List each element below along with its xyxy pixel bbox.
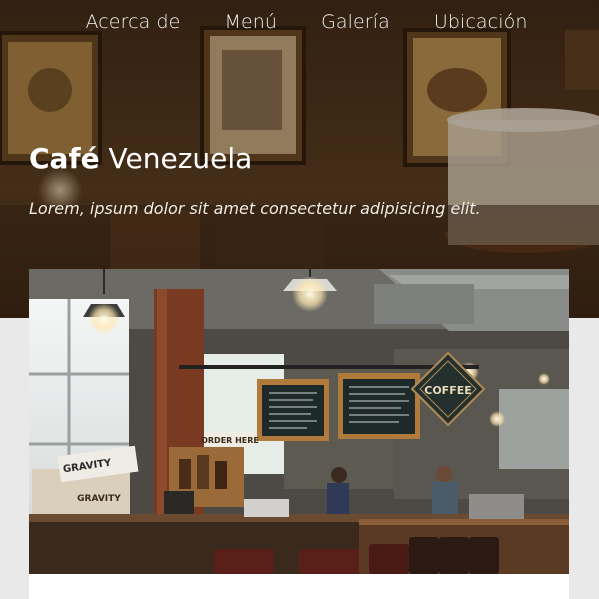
page-title: Café Venezuela (29, 142, 252, 175)
cafe-photo: COFFEE ORDER HERE GRAVITY GRAVITY (29, 269, 569, 574)
order-here-sign: ORDER HERE (201, 436, 259, 445)
content-card (29, 574, 569, 599)
tagline: Lorem, ipsum dolor sit amet consectetur … (29, 199, 481, 218)
nav-link-menu[interactable]: Menú (224, 11, 277, 33)
coffee-sign-text: COFFEE (424, 384, 471, 397)
nav-link-gallery[interactable]: Galería (321, 11, 390, 33)
top-navigation: Acerca de Menú Galería Ubicación (0, 0, 599, 44)
brand-light: Venezuela (108, 142, 253, 175)
brand-bold: Café (29, 142, 100, 175)
page: Acerca de Menú Galería Ubicación Café Ve… (0, 0, 599, 599)
nav-link-location[interactable]: Ubicación (434, 11, 528, 33)
cafe-interior-illustration: COFFEE ORDER HERE GRAVITY GRAVITY (29, 269, 569, 574)
svg-text:GRAVITY: GRAVITY (77, 494, 121, 504)
nav-link-about[interactable]: Acerca de (86, 11, 181, 33)
